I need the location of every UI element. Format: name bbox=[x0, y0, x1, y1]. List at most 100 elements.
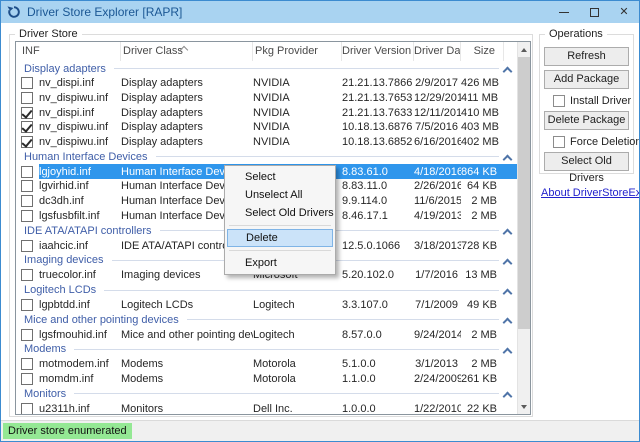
vertical-scrollbar[interactable] bbox=[517, 42, 530, 414]
column-header-size[interactable]: Size bbox=[461, 42, 504, 61]
force-deletion-checkbox[interactable] bbox=[553, 136, 565, 148]
row-checkbox[interactable] bbox=[21, 195, 33, 207]
select-old-drivers-button[interactable]: Select Old Drivers bbox=[544, 152, 629, 171]
group-divider-line bbox=[114, 68, 499, 69]
scroll-down-button[interactable] bbox=[518, 399, 530, 414]
menu-item-export[interactable]: Export bbox=[227, 254, 333, 272]
group-collapse-icon[interactable] bbox=[503, 65, 511, 73]
statusbar: Driver store enumerated bbox=[1, 420, 639, 441]
about-link[interactable]: About DriverStoreExplorer bbox=[541, 187, 640, 199]
column-header-driver-version[interactable]: Driver Version bbox=[342, 42, 414, 61]
group-label: Modems bbox=[24, 343, 66, 355]
cell-date: 7/5/2016 bbox=[414, 121, 461, 133]
group-header-row: Human Interface Devices bbox=[16, 149, 517, 164]
group-collapse-icon[interactable] bbox=[503, 287, 511, 295]
close-button[interactable] bbox=[609, 1, 639, 23]
cell-size: 402 MB bbox=[461, 136, 504, 148]
install-driver-checkbox[interactable] bbox=[553, 95, 565, 107]
cell-date: 6/16/2016 bbox=[414, 136, 461, 148]
group-collapse-icon[interactable] bbox=[503, 316, 511, 324]
maximize-button[interactable] bbox=[579, 1, 609, 23]
row-checkbox[interactable] bbox=[21, 136, 33, 148]
cell-provider: Logitech bbox=[253, 299, 342, 311]
delete-package-button[interactable]: Delete Package bbox=[544, 111, 629, 130]
cell-date: 1/22/2010 bbox=[414, 403, 461, 414]
row-cells: nv_dispi.infDisplay adaptersNVIDIA21.21.… bbox=[39, 76, 517, 91]
row-checkbox[interactable] bbox=[21, 358, 33, 370]
driver-row[interactable]: momdm.infModemsMotorola1.1.0.02/24/20092… bbox=[16, 372, 517, 387]
row-checkbox[interactable] bbox=[21, 121, 33, 133]
cell-version: 3.3.107.0 bbox=[342, 299, 414, 311]
row-checkbox[interactable] bbox=[21, 269, 33, 281]
cell-size: 411 MB bbox=[461, 92, 504, 104]
cell-inf: u2311h.inf bbox=[39, 403, 121, 414]
column-header-driver-class[interactable]: Driver Class bbox=[121, 42, 253, 61]
driver-row[interactable]: lgpbtdd.infLogitech LCDsLogitech3.3.107.… bbox=[16, 298, 517, 313]
row-checkbox[interactable] bbox=[21, 166, 33, 178]
column-header-inf[interactable]: INF bbox=[16, 42, 121, 61]
driver-row[interactable]: nv_dispi.infDisplay adaptersNVIDIA21.21.… bbox=[16, 105, 517, 120]
cell-version: 9.9.114.0 bbox=[342, 195, 414, 207]
driver-row[interactable]: nv_dispiwu.infDisplay adaptersNVIDIA10.1… bbox=[16, 120, 517, 135]
refresh-button[interactable]: Refresh bbox=[544, 47, 629, 66]
maximize-icon bbox=[590, 8, 599, 17]
driver-row[interactable]: nv_dispiwu.infDisplay adaptersNVIDIA10.1… bbox=[16, 135, 517, 150]
row-checkbox[interactable] bbox=[21, 329, 33, 341]
minimize-button[interactable] bbox=[549, 1, 579, 23]
row-checkbox[interactable] bbox=[21, 107, 33, 119]
scroll-up-button[interactable] bbox=[518, 42, 530, 57]
column-header-pkg-provider[interactable]: Pkg Provider bbox=[253, 42, 342, 61]
group-label: Imaging devices bbox=[24, 254, 104, 266]
menu-item-unselect-all[interactable]: Unselect All bbox=[227, 186, 333, 204]
driver-row[interactable]: nv_dispi.infDisplay adaptersNVIDIA21.21.… bbox=[16, 76, 517, 91]
cell-date: 9/24/2014 bbox=[414, 329, 461, 341]
driver-row[interactable]: motmodem.infModemsMotorola5.1.0.03/1/201… bbox=[16, 357, 517, 372]
row-checkbox[interactable] bbox=[21, 299, 33, 311]
cell-inf: lgvirhid.inf bbox=[39, 180, 121, 192]
cell-inf: lgsfusbfilt.inf bbox=[39, 210, 121, 222]
menu-item-select-old-drivers[interactable]: Select Old Drivers bbox=[227, 204, 333, 222]
row-checkbox[interactable] bbox=[21, 373, 33, 385]
cell-class: Modems bbox=[121, 358, 253, 370]
cell-size: 426 MB bbox=[461, 77, 504, 89]
cell-version: 21.21.13.7866 bbox=[342, 77, 414, 89]
group-divider-line bbox=[156, 156, 500, 157]
group-collapse-icon[interactable] bbox=[503, 227, 511, 235]
row-checkbox[interactable] bbox=[21, 180, 33, 192]
cell-provider: NVIDIA bbox=[253, 107, 342, 119]
cell-inf: nv_dispiwu.inf bbox=[39, 121, 121, 133]
driver-row[interactable]: lgsfmouhid.infMice and other pointing de… bbox=[16, 327, 517, 342]
install-driver-checkbox-row[interactable]: Install Driver bbox=[553, 94, 633, 108]
row-checkbox[interactable] bbox=[21, 77, 33, 89]
driver-row[interactable]: u2311h.infMonitorsDell Inc.1.0.0.01/22/2… bbox=[16, 401, 517, 414]
add-package-button[interactable]: Add Package bbox=[544, 70, 629, 89]
cell-size: 403 MB bbox=[461, 121, 504, 133]
cell-class: Mice and other pointing devices bbox=[121, 329, 253, 341]
row-cells: motmodem.infModemsMotorola5.1.0.03/1/201… bbox=[39, 357, 517, 372]
menu-item-delete[interactable]: Delete bbox=[227, 229, 333, 247]
cell-inf: nv_dispi.inf bbox=[39, 107, 121, 119]
row-checkbox[interactable] bbox=[21, 92, 33, 104]
scrollbar-thumb[interactable] bbox=[518, 57, 530, 329]
menu-separator bbox=[229, 225, 331, 226]
group-collapse-icon[interactable] bbox=[503, 257, 511, 265]
cell-date: 4/19/2013 bbox=[414, 210, 461, 222]
force-deletion-checkbox-row[interactable]: Force Deletion bbox=[553, 135, 633, 149]
row-checkbox[interactable] bbox=[21, 210, 33, 222]
column-header-label: Driver Class bbox=[123, 45, 183, 57]
cell-inf: iaahcic.inf bbox=[39, 240, 121, 252]
menu-item-select[interactable]: Select bbox=[227, 168, 333, 186]
cell-class: Display adapters bbox=[121, 136, 253, 148]
row-checkbox[interactable] bbox=[21, 403, 33, 414]
row-checkbox[interactable] bbox=[21, 240, 33, 252]
group-collapse-icon[interactable] bbox=[503, 346, 511, 354]
group-collapse-icon[interactable] bbox=[503, 390, 511, 398]
list-header: INF Driver Class Pkg Provider Driver Ver… bbox=[16, 42, 517, 61]
cell-date: 1/7/2016 bbox=[414, 269, 461, 281]
group-collapse-icon[interactable] bbox=[503, 153, 511, 161]
titlebar[interactable]: Driver Store Explorer [RAPR] bbox=[1, 1, 639, 23]
column-header-driver-date[interactable]: Driver Date bbox=[414, 42, 461, 61]
driver-row[interactable]: nv_dispiwu.infDisplay adaptersNVIDIA21.2… bbox=[16, 91, 517, 106]
cell-size: 2 MB bbox=[461, 195, 504, 207]
group-label: Monitors bbox=[24, 388, 66, 400]
